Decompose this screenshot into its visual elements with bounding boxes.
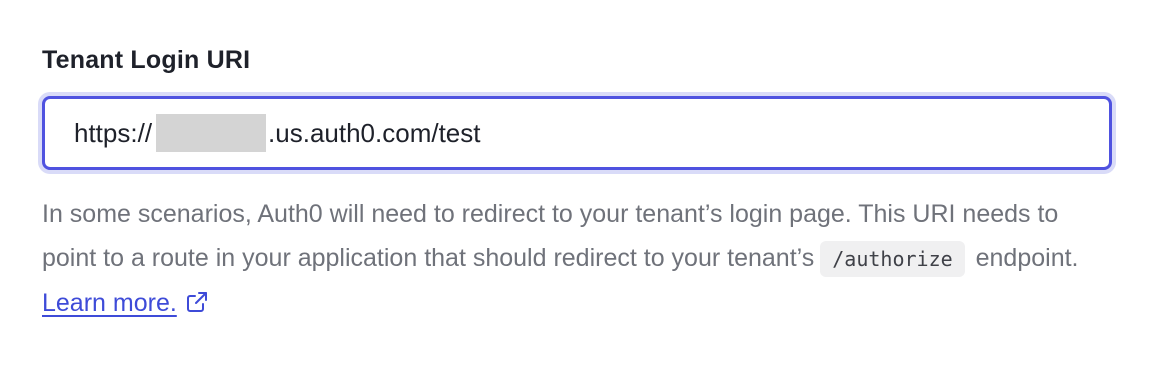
field-label: Tenant Login URI	[42, 46, 251, 74]
redacted-block	[156, 114, 267, 152]
input-value: https:// .us.auth0.com/test	[74, 114, 481, 152]
input-value-suffix: .us.auth0.com/test	[268, 117, 481, 148]
external-link-icon[interactable]	[185, 284, 209, 312]
learn-more-link[interactable]: Learn more.	[42, 289, 177, 317]
tenant-login-uri-field: Tenant Login URI https:// .us.auth0.com/…	[42, 40, 1118, 325]
field-help-text: In some scenarios, Auth0 will need to re…	[42, 192, 1118, 325]
tenant-login-uri-input[interactable]: https:// .us.auth0.com/test	[42, 96, 1112, 170]
help-text-after-code: endpoint.	[968, 244, 1079, 272]
input-value-prefix: https://	[74, 117, 153, 148]
inline-code: /authorize	[820, 241, 965, 277]
